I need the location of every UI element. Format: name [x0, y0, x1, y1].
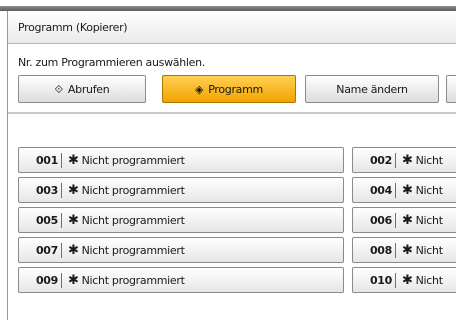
asterisk-icon: ✱ [402, 152, 413, 168]
program-entry-003[interactable]: 003 ✱ Nicht programmiert [18, 177, 344, 203]
title-bar: Programm (Kopierer) [8, 11, 456, 44]
program-status: Nicht programmiert [81, 183, 185, 197]
program-entry-010[interactable]: 010 ✱ Nicht [352, 267, 456, 293]
program-entry-001[interactable]: 001 ✱ Nicht programmiert [18, 147, 344, 173]
program-number: 001 [35, 153, 58, 167]
program-status: Nicht [415, 183, 443, 197]
asterisk-icon: ✱ [402, 242, 413, 258]
divider [61, 152, 62, 168]
program-number: 002 [369, 153, 392, 167]
divider [61, 242, 62, 258]
diamond-arrow-icon: ⟐ [54, 82, 64, 96]
program-entry-008[interactable]: 008 ✱ Nicht [352, 237, 456, 263]
program-number: 006 [369, 213, 392, 227]
program-button-label: Programm [208, 82, 263, 96]
window-title: Programm (Kopierer) [18, 21, 128, 34]
change-name-button-label: Name ändern [336, 82, 408, 96]
program-status: Nicht [415, 273, 443, 287]
change-name-button[interactable]: Name ändern [305, 75, 439, 103]
asterisk-icon: ✱ [402, 272, 413, 288]
divider [61, 272, 62, 288]
program-number: 010 [369, 273, 392, 287]
program-status: Nicht programmiert [81, 213, 185, 227]
program-entry-004[interactable]: 004 ✱ Nicht [352, 177, 456, 203]
program-number: 003 [35, 183, 58, 197]
more-button[interactable] [446, 75, 456, 103]
program-number: 007 [35, 243, 58, 257]
divider [395, 272, 396, 288]
asterisk-icon: ✱ [68, 272, 79, 288]
program-entry-002[interactable]: 002 ✱ Nicht [352, 147, 456, 173]
program-entry-006[interactable]: 006 ✱ Nicht [352, 207, 456, 233]
program-number: 008 [369, 243, 392, 257]
asterisk-icon: ✱ [68, 212, 79, 228]
divider [395, 182, 396, 198]
program-status: Nicht programmiert [81, 243, 185, 257]
recall-button[interactable]: ⟐ Abrufen [18, 75, 146, 103]
asterisk-icon: ✱ [402, 212, 413, 228]
divider [61, 212, 62, 228]
instruction-text: Nr. zum Programmieren auswählen. [18, 56, 206, 69]
asterisk-icon: ✱ [68, 152, 79, 168]
program-status: Nicht [415, 213, 443, 227]
divider [395, 212, 396, 228]
program-entry-005[interactable]: 005 ✱ Nicht programmiert [18, 207, 344, 233]
program-status: Nicht programmiert [81, 153, 185, 167]
divider [395, 152, 396, 168]
divider [61, 182, 62, 198]
asterisk-icon: ✱ [68, 182, 79, 198]
asterisk-icon: ✱ [68, 242, 79, 258]
top-edge-strip [0, 0, 456, 11]
program-entry-009[interactable]: 009 ✱ Nicht programmiert [18, 267, 344, 293]
program-window: Programm (Kopierer) Nr. zum Programmiere… [7, 11, 456, 320]
diamond-dot-icon: ◈ [195, 82, 204, 96]
program-number: 005 [35, 213, 58, 227]
program-status: Nicht [415, 243, 443, 257]
asterisk-icon: ✱ [402, 182, 413, 198]
divider [395, 242, 396, 258]
recall-button-label: Abrufen [67, 82, 110, 96]
program-button[interactable]: ◈ Programm [162, 75, 296, 103]
program-status: Nicht [415, 153, 443, 167]
program-number: 009 [35, 273, 58, 287]
program-number: 004 [369, 183, 392, 197]
separator [8, 112, 456, 114]
program-entry-007[interactable]: 007 ✱ Nicht programmiert [18, 237, 344, 263]
program-status: Nicht programmiert [81, 273, 185, 287]
